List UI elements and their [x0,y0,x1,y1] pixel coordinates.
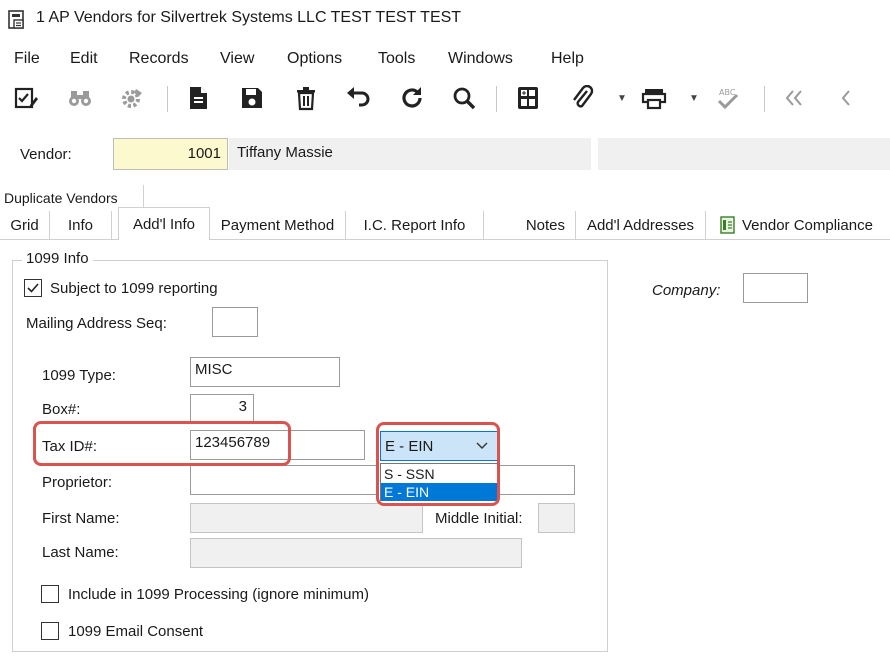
undo-icon[interactable] [342,82,374,114]
proprietor-label: Proprietor: [42,474,113,491]
company-label: Company: [652,282,721,299]
tab-notes[interactable]: Notes [484,211,576,240]
first-record-icon[interactable] [778,82,810,114]
tab-payment-method[interactable]: Payment Method [210,211,346,240]
middle-initial-label: Middle Initial: [435,510,523,527]
toolbar-separator [167,86,168,112]
menu-records[interactable]: Records [129,50,189,68]
calculator-icon[interactable] [512,82,544,114]
tab-grid[interactable]: Grid [0,211,50,240]
menu-edit[interactable]: Edit [70,50,98,68]
menu-options[interactable]: Options [287,50,342,68]
email-consent-checkbox[interactable] [41,622,59,640]
binoculars-icon[interactable] [64,82,96,114]
vendor-extra-display [598,138,890,170]
save-icon[interactable] [236,82,268,114]
mailing-seq-field[interactable] [212,307,258,337]
box-field[interactable]: 3 [190,394,254,424]
first-name-field[interactable] [190,503,423,533]
menu-help[interactable]: Help [551,50,584,68]
menu-tools[interactable]: Tools [378,50,415,68]
menu-view[interactable]: View [220,50,254,68]
last-name-field[interactable] [190,538,522,568]
spellcheck-icon[interactable]: ABC [712,82,744,114]
checklist-edit-icon[interactable] [10,82,42,114]
toolbar-separator [496,86,497,112]
document-icon[interactable] [182,82,214,114]
tax-id-highlight [33,421,291,466]
print-dropdown-icon[interactable]: ▼ [689,93,699,104]
attach-icon[interactable] [566,82,598,114]
last-name-label: Last Name: [42,544,119,561]
menu-windows[interactable]: Windows [448,50,513,68]
print-icon[interactable] [638,82,670,114]
first-name-label: First Name: [42,510,120,527]
type-1099-field[interactable]: MISC [190,357,340,387]
box-label: Box#: [42,401,81,418]
app-form-icon [8,10,24,29]
tab-ic-report-info[interactable]: I.C. Report Info [346,211,484,240]
email-consent-label: 1099 Email Consent [68,623,204,640]
gear-icon[interactable] [116,82,148,114]
tab-addl-addresses[interactable]: Add'l Addresses [576,211,706,240]
tab-addl-info[interactable]: Add'l Info [118,207,210,241]
subject-1099-checkbox[interactable] [24,279,42,297]
proprietor-field-end[interactable] [498,465,575,495]
group-title: 1099 Info [22,250,93,267]
type-1099-label: 1099 Type: [42,367,116,384]
mailing-seq-label: Mailing Address Seq: [26,315,167,332]
previous-record-icon[interactable] [830,82,862,114]
attach-dropdown-icon[interactable]: ▼ [617,93,627,104]
tab-info[interactable]: Info [50,211,112,240]
delete-icon[interactable] [290,82,322,114]
svg-text:ABC: ABC [719,88,736,97]
include-processing-checkbox[interactable] [41,585,59,603]
menu-bar: File Edit Records View Options Tools Win… [0,42,890,76]
window-title: 1 AP Vendors for Silvertrek Systems LLC … [36,9,462,26]
vendor-number-field[interactable]: 1001 [113,138,228,170]
vendor-label: Vendor: [20,146,72,163]
checkmark-icon [27,283,39,293]
toolbar-separator [764,86,765,112]
vendor-compliance-icon [720,216,735,234]
refresh-icon[interactable] [396,82,428,114]
menu-file[interactable]: File [14,50,40,68]
vendor-name-display: Tiffany Massie [229,138,591,170]
tab-row: Grid Info Add'l Info Payment Method I.C.… [0,207,890,241]
include-processing-label: Include in 1099 Processing (ignore minim… [68,586,369,603]
company-field[interactable] [743,273,808,303]
search-icon[interactable] [448,82,480,114]
title-bar: 1 AP Vendors for Silvertrek Systems LLC … [0,0,890,40]
toolbar: ▼ ▼ ABC [0,78,890,120]
tax-id-type-highlight [376,422,500,506]
subject-1099-label: Subject to 1099 reporting [50,280,218,297]
tab-vendor-compliance[interactable]: Vendor Compliance [742,211,888,240]
proprietor-field[interactable] [190,465,378,495]
middle-initial-field[interactable] [538,503,575,533]
